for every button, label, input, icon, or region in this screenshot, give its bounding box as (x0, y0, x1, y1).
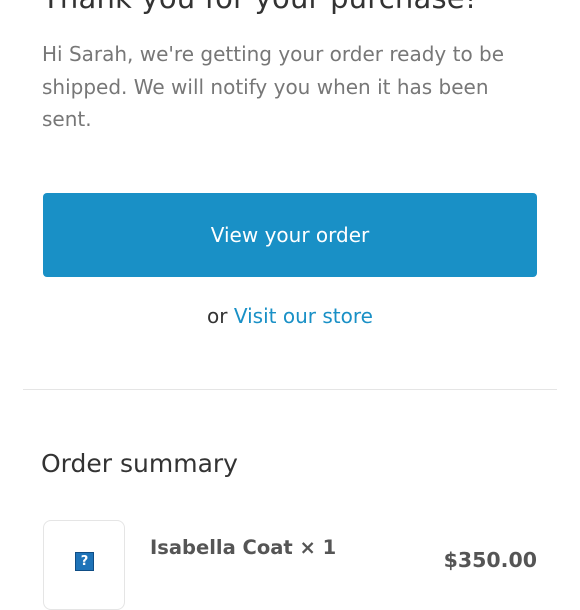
store-link-line: or Visit our store (0, 304, 580, 328)
product-thumbnail: ? (43, 520, 125, 610)
or-text: or (207, 304, 228, 328)
visit-store-link[interactable]: Visit our store (234, 304, 373, 328)
section-divider (23, 389, 557, 390)
product-quantity: × 1 (299, 536, 337, 559)
product-name: Isabella Coat × 1 (150, 536, 336, 559)
product-price: $350.00 (443, 548, 537, 572)
broken-image-icon: ? (75, 552, 94, 571)
order-summary-title: Order summary (41, 449, 238, 478)
view-order-button[interactable]: View your order (43, 193, 537, 277)
page-title: Thank you for your purchase! (42, 0, 477, 15)
intro-message: Hi Sarah, we're getting your order ready… (42, 42, 505, 131)
product-title: Isabella Coat (150, 536, 293, 559)
